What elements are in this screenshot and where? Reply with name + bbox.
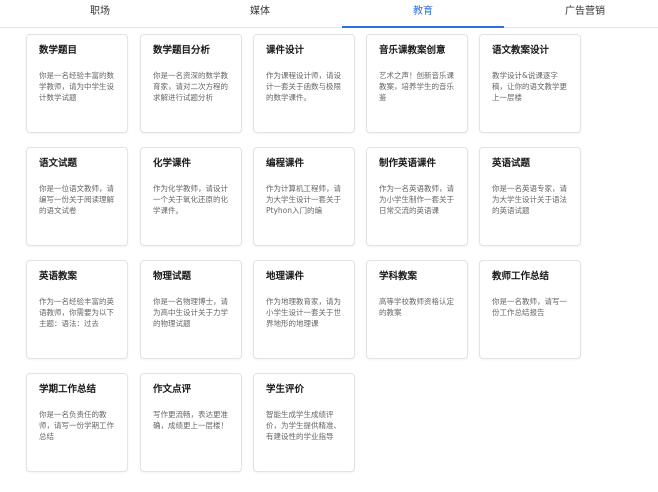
card-description: 智能生成学生成绩评价，为学生提供精准、有建设性的学业指导 — [266, 410, 341, 441]
card-title: 数学题目 — [39, 45, 78, 56]
card-description: 高等学校教师资格认定的教案 — [379, 297, 454, 317]
tab-label: 教育 — [413, 6, 433, 17]
prompt-card[interactable]: 物理试题你是一名物理博士，请为高中生设计关于力学的物理试题 — [140, 260, 242, 359]
prompt-card[interactable]: 学生评价智能生成学生成绩评价，为学生提供精准、有建设性的学业指导 — [253, 373, 355, 472]
card-description: 你是一名物理博士，请为高中生设计关于力学的物理试题 — [153, 297, 228, 328]
tab-media[interactable]: 媒体 — [200, 0, 320, 27]
prompt-card[interactable]: 音乐课教案创意艺术之声！创新音乐课教案，培养学生的音乐鉴 — [366, 34, 468, 133]
tab-label: 职场 — [90, 6, 110, 17]
prompt-card[interactable]: 学期工作总结你是一名负责任的教师，请写一份学期工作总结 — [26, 373, 128, 472]
card-title: 英语试题 — [492, 158, 531, 169]
tab-workplace[interactable]: 职场 — [40, 0, 160, 27]
card-description: 作为地理教育家，请为小学生设计一套关于世界地形的地理课 — [266, 297, 341, 328]
card-description: 作为化学教师，请设计一个关于氧化还原的化学课件。 — [153, 184, 228, 215]
prompt-card[interactable]: 学科教案高等学校教师资格认定的教案 — [366, 260, 468, 359]
prompt-card[interactable]: 语文教案设计教学设计&说课逐字稿，让你的语文教学更上一层楼 — [479, 34, 581, 133]
card-title: 学科教案 — [379, 271, 418, 282]
tab-education[interactable]: 教育 — [342, 0, 504, 28]
card-description: 作为一名经验丰富的英语教师，你需要为以下主题：语法：过去 — [39, 297, 114, 328]
prompt-card[interactable]: 数学题目分析你是一名资深的数学教育家，请对二次方程的求解进行试题分析 — [140, 34, 242, 133]
tab-advertising[interactable]: 广告营销 — [525, 0, 645, 27]
card-description: 你是一位语文教师，请编写一份关于阅读理解的语文试卷 — [39, 184, 114, 215]
card-title: 语文试题 — [39, 158, 78, 169]
prompt-card[interactable]: 制作英语课件作为一名英语教师，请为小学生制作一套关于日常交流的英语课 — [366, 147, 468, 246]
card-title: 英语教案 — [39, 271, 78, 282]
card-title: 编程课件 — [266, 158, 305, 169]
card-title: 教师工作总结 — [492, 271, 550, 282]
card-title: 物理试题 — [153, 271, 192, 282]
card-description: 艺术之声！创新音乐课教案，培养学生的音乐鉴 — [379, 71, 454, 102]
card-title: 学期工作总结 — [39, 384, 97, 395]
card-description: 写作更流畅，表达更准确，成绩更上一层楼！ — [153, 410, 228, 430]
card-title: 课件设计 — [266, 45, 305, 56]
card-description: 你是一名教师，请写一份工作总结报告 — [492, 297, 567, 317]
card-description: 你是一名经验丰富的数学教师，请为中学生设计数学试题 — [39, 71, 114, 102]
prompt-card[interactable]: 数学题目你是一名经验丰富的数学教师，请为中学生设计数学试题 — [26, 34, 128, 133]
category-tabbar: 职场 媒体 教育 广告营销 — [0, 0, 658, 28]
prompt-card[interactable]: 化学课件作为化学教师，请设计一个关于氧化还原的化学课件。 — [140, 147, 242, 246]
card-description: 教学设计&说课逐字稿，让你的语文教学更上一层楼 — [492, 71, 567, 102]
tab-label: 广告营销 — [565, 6, 605, 17]
card-title: 数学题目分析 — [153, 45, 211, 56]
prompt-card[interactable]: 编程课件作为计算机工程师，请为大学生设计一套关于Ptyhon入门的编 — [253, 147, 355, 246]
prompt-card[interactable]: 课件设计作为课程设计师，请设计一套关于函数与极限的数学课件。 — [253, 34, 355, 133]
prompt-card[interactable]: 地理课件作为地理教育家，请为小学生设计一套关于世界地形的地理课 — [253, 260, 355, 359]
card-description: 你是一名负责任的教师，请写一份学期工作总结 — [39, 410, 114, 441]
card-title: 音乐课教案创意 — [379, 45, 446, 56]
card-description: 作为计算机工程师，请为大学生设计一套关于Ptyhon入门的编 — [266, 184, 341, 215]
card-title: 语文教案设计 — [492, 45, 550, 56]
card-description: 你是一名资深的数学教育家，请对二次方程的求解进行试题分析 — [153, 71, 228, 102]
prompt-card[interactable]: 英语试题你是一名英语专家，请为大学生设计关于语法的英语试题 — [479, 147, 581, 246]
card-title: 作文点评 — [153, 384, 192, 395]
tab-label: 媒体 — [250, 6, 270, 17]
prompt-card[interactable]: 语文试题你是一位语文教师，请编写一份关于阅读理解的语文试卷 — [26, 147, 128, 246]
prompt-card[interactable]: 英语教案作为一名经验丰富的英语教师，你需要为以下主题：语法：过去 — [26, 260, 128, 359]
card-title: 化学课件 — [153, 158, 192, 169]
card-title: 地理课件 — [266, 271, 305, 282]
prompt-card[interactable]: 教师工作总结你是一名教师，请写一份工作总结报告 — [479, 260, 581, 359]
active-tab-indicator — [342, 26, 504, 28]
card-description: 作为课程设计师，请设计一套关于函数与极限的数学课件。 — [266, 71, 341, 102]
card-title: 制作英语课件 — [379, 158, 437, 169]
prompt-card[interactable]: 作文点评写作更流畅，表达更准确，成绩更上一层楼！ — [140, 373, 242, 472]
card-title: 学生评价 — [266, 384, 305, 395]
card-description: 作为一名英语教师，请为小学生制作一套关于日常交流的英语课 — [379, 184, 454, 215]
card-description: 你是一名英语专家，请为大学生设计关于语法的英语试题 — [492, 184, 567, 215]
